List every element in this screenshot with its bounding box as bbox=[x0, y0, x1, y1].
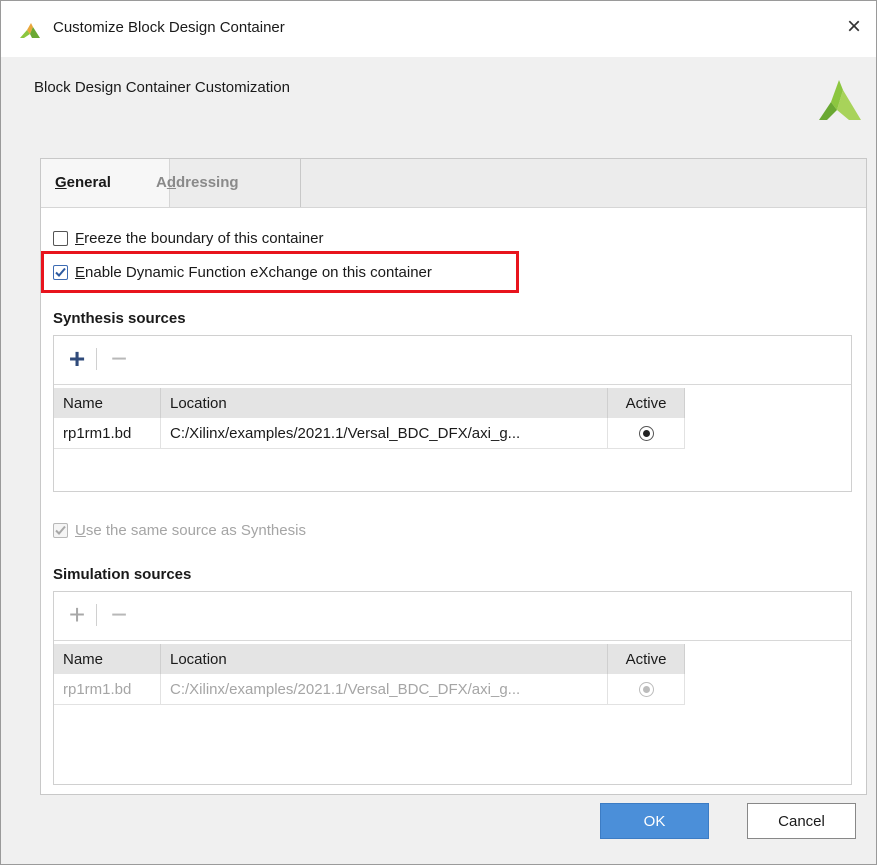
column-header-active[interactable]: Active bbox=[607, 388, 685, 418]
tab-general-mnemonic: G bbox=[55, 174, 67, 191]
window-title: Customize Block Design Container bbox=[53, 19, 285, 36]
synthesis-sources-table: Name Location Active rp1rm1.bd C:/Xilinx… bbox=[54, 388, 685, 449]
source-name-cell: rp1rm1.bd bbox=[54, 418, 161, 449]
dfx-mnemonic: E bbox=[75, 263, 86, 281]
tab-addressing[interactable]: Addressing bbox=[142, 159, 301, 207]
column-header-location[interactable]: Location bbox=[160, 644, 608, 674]
table-row[interactable]: rp1rm1.bd C:/Xilinx/examples/2021.1/Vers… bbox=[54, 418, 685, 449]
simulation-sources-title: Simulation sources bbox=[53, 566, 192, 583]
simulation-sources-table: Name Location Active rp1rm1.bd C:/Xilinx… bbox=[54, 644, 685, 705]
checkmark-icon bbox=[55, 267, 66, 277]
source-active-cell bbox=[607, 418, 685, 449]
same-source-label: se the same source as Synthesis bbox=[85, 521, 306, 539]
column-header-active[interactable]: Active bbox=[607, 644, 685, 674]
enable-dfx-option[interactable]: Enable Dynamic Function eXchange on this… bbox=[53, 261, 432, 283]
freeze-boundary-option[interactable]: Freeze the boundary of this container bbox=[53, 227, 324, 249]
table-row: rp1rm1.bd C:/Xilinx/examples/2021.1/Vers… bbox=[54, 674, 685, 705]
tab-bar: General Addressing bbox=[41, 159, 866, 208]
source-location-cell: C:/Xilinx/examples/2021.1/Versal_BDC_DFX… bbox=[160, 418, 608, 449]
tab-addressing-mnemonic: d bbox=[166, 174, 177, 191]
dialog-window: Customize Block Design Container × Block… bbox=[0, 0, 877, 865]
active-radio bbox=[638, 682, 654, 698]
column-header-name[interactable]: Name bbox=[54, 644, 161, 674]
tab-addressing-prefix: A bbox=[156, 174, 167, 191]
synthesis-toolbar: + − bbox=[54, 336, 851, 385]
synthesis-sources-title: Synthesis sources bbox=[53, 310, 186, 327]
source-active-cell bbox=[607, 674, 685, 705]
toolbar-divider bbox=[96, 348, 97, 370]
remove-synthesis-source-button[interactable]: − bbox=[106, 345, 132, 373]
same-source-mnemonic: U bbox=[75, 521, 86, 539]
checkmark-icon bbox=[55, 525, 66, 535]
ok-button[interactable]: OK bbox=[600, 803, 709, 839]
enable-dfx-label: nable Dynamic Function eXchange on this … bbox=[85, 263, 432, 281]
simulation-sources-box: + − Name Location Active rp1rm1.bd C:/Xi… bbox=[53, 591, 852, 785]
header-title: Block Design Container Customization bbox=[34, 79, 290, 96]
active-radio[interactable] bbox=[638, 426, 654, 442]
toolbar-divider bbox=[96, 604, 97, 626]
xilinx-logo-icon bbox=[20, 23, 40, 38]
remove-simulation-source-button[interactable]: − bbox=[106, 601, 132, 629]
tab-addressing-label: dressing bbox=[176, 174, 239, 191]
settings-panel: General Addressing Freeze the boundary o… bbox=[40, 158, 867, 795]
source-name-cell: rp1rm1.bd bbox=[54, 674, 161, 705]
same-source-checkbox[interactable] bbox=[53, 522, 68, 538]
title-bar: Customize Block Design Container × bbox=[1, 1, 876, 57]
freeze-boundary-checkbox[interactable] bbox=[53, 230, 68, 246]
add-synthesis-source-button[interactable]: + bbox=[64, 345, 90, 373]
source-location-cell: C:/Xilinx/examples/2021.1/Versal_BDC_DFX… bbox=[160, 674, 608, 705]
brand-logo-icon bbox=[819, 80, 861, 120]
cancel-button[interactable]: Cancel bbox=[747, 803, 856, 839]
tab-general-label: eneral bbox=[66, 174, 111, 191]
freeze-boundary-label: reeze the boundary of this container bbox=[84, 229, 324, 247]
synthesis-sources-box: + − Name Location Active rp1rm1.bd C:/Xi… bbox=[53, 335, 852, 492]
add-simulation-source-button[interactable]: + bbox=[64, 601, 90, 629]
column-header-name[interactable]: Name bbox=[54, 388, 161, 418]
simulation-toolbar: + − bbox=[54, 592, 851, 641]
close-button[interactable]: × bbox=[840, 13, 868, 41]
freeze-mnemonic: F bbox=[75, 229, 85, 247]
column-header-location[interactable]: Location bbox=[160, 388, 608, 418]
enable-dfx-checkbox[interactable] bbox=[53, 264, 68, 280]
same-source-option[interactable]: Use the same source as Synthesis bbox=[53, 519, 306, 541]
